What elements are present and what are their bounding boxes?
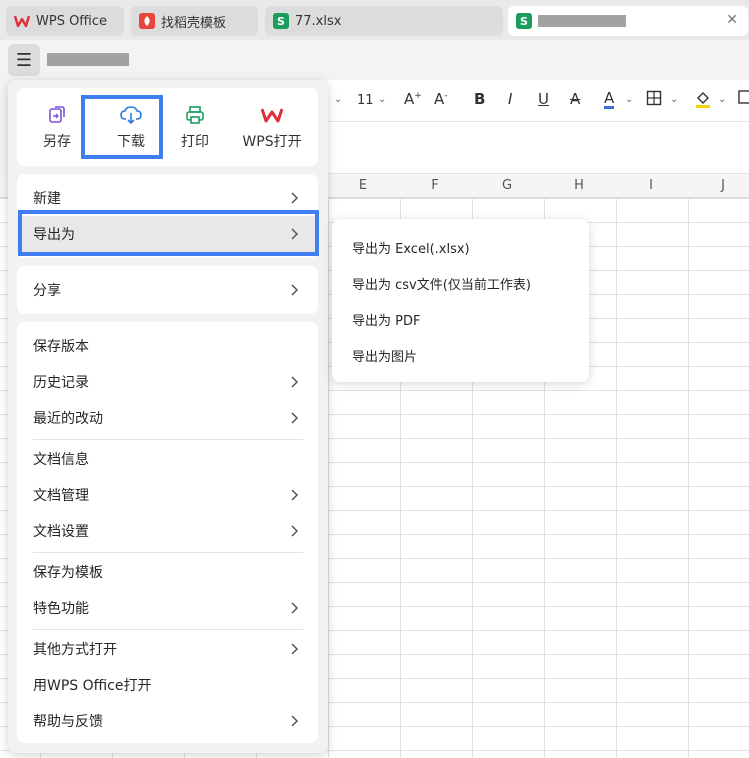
strikethrough-icon[interactable]: A [570, 90, 580, 108]
menu-item-label: 分享 [33, 283, 61, 299]
export-excel-item[interactable]: 导出为 Excel(.xlsx) [332, 229, 589, 265]
column-header-i[interactable]: I [615, 178, 687, 193]
menu-item-label: 新建 [33, 191, 61, 207]
print-icon [185, 103, 205, 127]
redacted-tab-title [538, 15, 626, 27]
decrease-font-icon[interactable]: A- [434, 90, 448, 108]
save-as-icon [47, 103, 67, 127]
download-highlight-box [81, 95, 163, 159]
border-caret-icon[interactable]: ⌄ [670, 94, 678, 105]
tab-77-xlsx[interactable]: S 77.xlsx [265, 6, 503, 36]
column-header-f[interactable]: F [399, 178, 471, 193]
menu-item-doc-settings[interactable]: 文档设置 [17, 513, 318, 549]
wps-logo-icon [14, 13, 30, 29]
file-menu-panel: 另存 下载 打印 WPS打开 新建 导出为 分享 保存版本 历史记录 最近的改动… [8, 80, 328, 753]
share-card: 分享 [17, 266, 318, 314]
chevron-right-icon [291, 525, 299, 537]
title-row: ☰ [0, 40, 749, 80]
tab-label: WPS Office [36, 13, 108, 29]
menu-button[interactable]: ☰ [8, 44, 40, 76]
fill-color-icon[interactable] [694, 90, 712, 112]
menu-item-label: 保存为模板 [33, 565, 103, 581]
tab-wps-office[interactable]: WPS Office [6, 6, 124, 36]
menu-item-label: 文档信息 [33, 452, 89, 468]
hamburger-icon: ☰ [15, 49, 33, 71]
sheet-icon: S [273, 13, 289, 29]
tab-docer[interactable]: 找稻壳模板 [131, 6, 258, 36]
chevron-right-icon [291, 602, 299, 614]
menu-item-share[interactable]: 分享 [17, 272, 318, 308]
menu-list-card: 保存版本 历史记录 最近的改动 文档信息 文档管理 文档设置 保存为模板 特色功… [17, 322, 318, 743]
font-color-icon[interactable]: A [604, 90, 615, 109]
tab-label: 77.xlsx [295, 13, 342, 29]
fill-color-caret-icon[interactable]: ⌄ [718, 94, 726, 105]
menu-item-history[interactable]: 历史记录 [17, 364, 318, 400]
menu-item-label: 历史记录 [33, 375, 89, 391]
menu-item-help[interactable]: 帮助与反馈 [17, 703, 318, 739]
chevron-right-icon [291, 192, 299, 204]
font-size-select[interactable]: 11 [357, 93, 374, 108]
bold-icon[interactable]: B [474, 90, 485, 108]
print-button[interactable]: 打印 [165, 88, 225, 166]
underline-icon[interactable]: U [538, 90, 549, 108]
font-size-caret-icon[interactable]: ⌄ [378, 94, 386, 105]
quick-actions-card: 另存 下载 打印 WPS打开 [17, 88, 318, 166]
column-header-h[interactable]: H [543, 178, 615, 193]
chevron-right-icon [291, 643, 299, 655]
tab-current-doc[interactable]: S ✕ [508, 6, 748, 36]
tab-label: 找稻壳模板 [161, 15, 227, 31]
italic-icon[interactable]: I [508, 90, 512, 108]
save-as-button[interactable]: 另存 [29, 88, 85, 166]
export-pdf-item[interactable]: 导出为 PDF [332, 301, 589, 337]
chevron-right-icon [291, 412, 299, 424]
tab-bar: WPS Office 找稻壳模板 S 77.xlsx S ✕ [0, 0, 749, 40]
menu-divider [33, 439, 303, 440]
print-label: 打印 [181, 134, 209, 150]
chevron-right-icon [291, 376, 299, 388]
export-submenu: 导出为 Excel(.xlsx) 导出为 csv文件(仅当前工作表) 导出为 P… [332, 219, 589, 382]
border-icon[interactable] [646, 90, 662, 110]
wps-open-button[interactable]: WPS打开 [229, 88, 315, 166]
wps-open-label: WPS打开 [242, 134, 302, 150]
menu-item-label: 最近的改动 [33, 411, 103, 427]
ribbon-toolbar: ⌄ 11 ⌄ A+ A- B I U A A ⌄ ⌄ ⌄ [320, 80, 749, 122]
menu-item-doc-info[interactable]: 文档信息 [17, 441, 318, 477]
menu-item-save-template[interactable]: 保存为模板 [17, 554, 318, 590]
wps-open-icon [261, 103, 283, 127]
chevron-right-icon [291, 489, 299, 501]
more-format-icon[interactable] [738, 90, 749, 108]
menu-item-doc-manage[interactable]: 文档管理 [17, 477, 318, 513]
export-csv-item[interactable]: 导出为 csv文件(仅当前工作表) [332, 265, 589, 301]
redacted-doc-name [47, 53, 129, 66]
menu-item-open-other[interactable]: 其他方式打开 [17, 631, 318, 667]
menu-item-label: 帮助与反馈 [33, 714, 103, 730]
menu-item-features[interactable]: 特色功能 [17, 590, 318, 626]
column-header-e[interactable]: E [327, 178, 399, 193]
chevron-right-icon [291, 715, 299, 727]
menu-item-label: 文档管理 [33, 488, 89, 504]
font-dropdown-caret-icon[interactable]: ⌄ [334, 94, 342, 105]
menu-item-open-wps[interactable]: 用WPS Office打开 [17, 667, 318, 703]
menu-item-label: 特色功能 [33, 601, 89, 617]
menu-divider [33, 552, 303, 553]
close-icon[interactable]: ✕ [726, 12, 738, 28]
export-image-item[interactable]: 导出为图片 [332, 337, 589, 373]
formula-bar[interactable] [320, 122, 749, 174]
export-highlight-box [18, 210, 319, 256]
column-header-g[interactable]: G [471, 178, 543, 193]
menu-item-label: 其他方式打开 [33, 642, 117, 658]
font-color-caret-icon[interactable]: ⌄ [625, 94, 633, 105]
menu-item-label: 用WPS Office打开 [33, 678, 152, 694]
column-header-j[interactable]: J [687, 178, 749, 193]
save-as-label: 另存 [43, 134, 71, 150]
docer-icon [139, 13, 155, 29]
menu-item-save-version[interactable]: 保存版本 [17, 328, 318, 364]
menu-item-label: 文档设置 [33, 524, 89, 540]
menu-item-label: 保存版本 [33, 339, 89, 355]
chevron-right-icon [291, 284, 299, 296]
sheet-icon: S [516, 13, 532, 29]
menu-item-recent-changes[interactable]: 最近的改动 [17, 400, 318, 436]
increase-font-icon[interactable]: A+ [404, 90, 422, 108]
menu-divider [33, 629, 303, 630]
